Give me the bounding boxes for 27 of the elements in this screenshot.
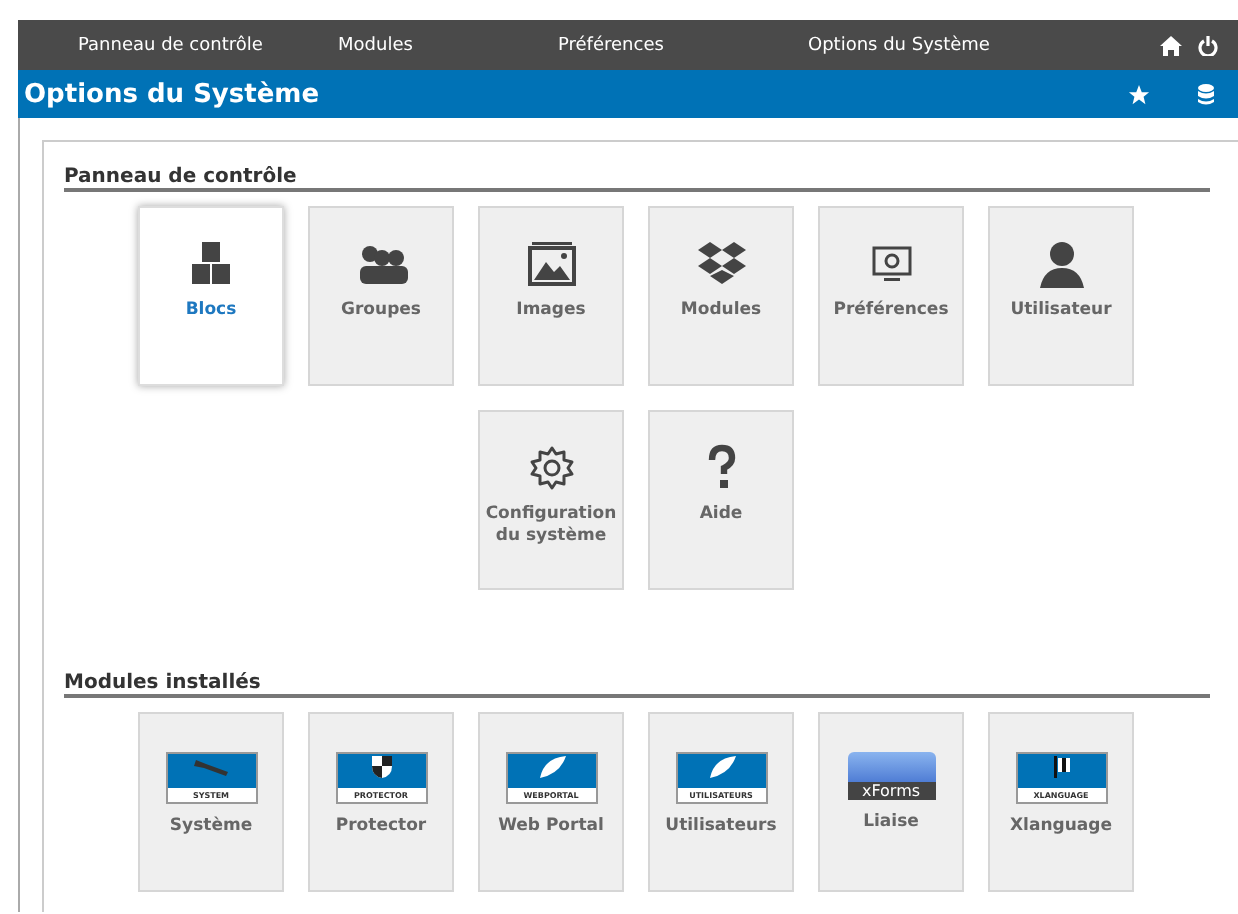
module-logo: xForms [847, 752, 935, 800]
user-icon [1035, 240, 1087, 288]
power-icon[interactable] [1198, 35, 1218, 55]
section-title: Panneau de contrôle [64, 166, 1210, 192]
shortcut-tile[interactable]: Blocs [138, 206, 284, 386]
menu-link[interactable]: Modules [338, 35, 558, 55]
database-icon[interactable] [1198, 83, 1214, 105]
shortcut-tile[interactable]: Utilisateur [988, 206, 1134, 386]
shortcut-tile[interactable]: Images [478, 206, 624, 386]
settings-icon [525, 444, 577, 492]
group-icon [355, 240, 407, 288]
section-title: Modules installés [64, 672, 1210, 698]
shortcut-tile[interactable]: Configuration du système [478, 410, 624, 590]
menu-link[interactable]: Panneau de contrôle [78, 35, 338, 55]
shortcut-tile[interactable]: Préférences [818, 206, 964, 386]
star-icon[interactable] [1128, 83, 1150, 105]
shortcut-tile[interactable]: Groupes [308, 206, 454, 386]
wrench-icon [191, 754, 231, 778]
menu-link[interactable]: Options du Système [808, 35, 1088, 55]
image-icon [525, 240, 577, 288]
shortcut-tile[interactable]: Modules [648, 206, 794, 386]
shortcut-tile[interactable]: Aide [648, 410, 794, 590]
menu-link[interactable]: Préférences [558, 35, 808, 55]
page-title: Options du Système [24, 79, 320, 109]
home-icon[interactable] [1160, 35, 1182, 55]
shortcut-tile[interactable]: xForms Liaise [818, 712, 964, 892]
box-icon [695, 240, 747, 288]
